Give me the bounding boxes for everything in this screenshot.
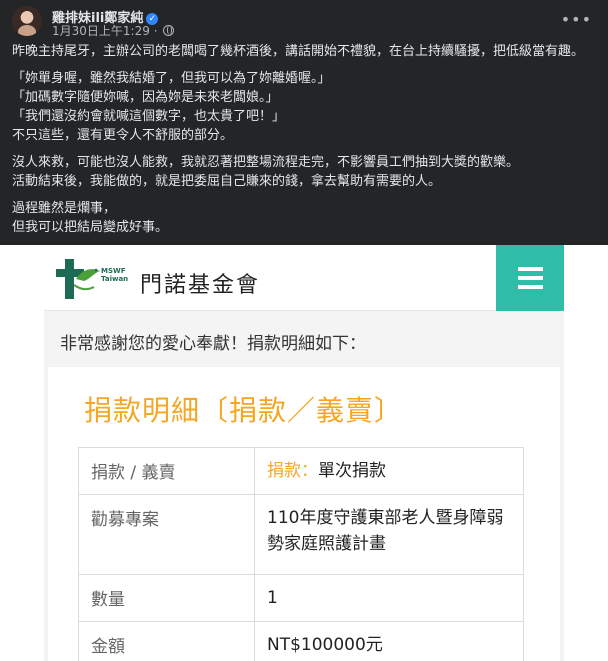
post-meta: 1月30日上午1:29 · [52,22,175,39]
donation-detail-table: 捐款 / 義賣 捐款：單次捐款 勸募專案 110年度守護東部老人暨身障弱勢家庭照… [78,447,524,661]
row-label: 捐款 / 義賣 [78,447,255,495]
donation-detail-card: 捐款明細〔捐款／義賣〕 捐款 / 義賣 捐款：單次捐款 勸募專案 110年度守護… [48,367,560,661]
row-value: 捐款：單次捐款 [254,447,524,495]
post-line: 活動結束後，我能做的，就是把委屈自己賺來的錢，拿去幫助有需要的人。 [12,174,442,189]
card-title: 捐款明細〔捐款／義賣〕 [84,394,404,427]
row-label: 勸募專案 [78,494,255,575]
table-row: 勸募專案 110年度守護東部老人暨身障弱勢家庭照護計畫 [78,494,524,575]
donation-screenshot: MSWF Taiwan 門諾基金會 非常感謝您的愛心奉獻！捐款明細如下： 捐款明… [44,245,564,661]
row-value: 110年度守護東部老人暨身障弱勢家庭照護計畫 [254,494,524,575]
menu-icon[interactable] [496,245,564,311]
row-value-text: 單次捐款 [318,461,386,481]
row-value: NT$100000元 [254,621,524,661]
post-header: 雞排妹ili鄭家純 ✓ 1月30日上午1:29 · ••• [10,6,598,39]
post-line: 「妳單身喔，雖然我結婚了，但我可以為了妳離婚喔。」 [12,71,331,86]
row-value: 1 [254,574,524,622]
more-options-icon[interactable]: ••• [561,10,592,29]
post-line: 昨晚主持尾牙，主辦公司的老闆喝了幾杯酒後，講話開始不禮貌，在台上持續騷擾，把低級… [12,44,585,59]
avatar[interactable] [12,6,42,36]
post-line: 「我們還沒約會就喊這個數字，也太貴了吧！」 [12,109,286,124]
post-line: 不只這些，還有更令人不舒服的部分。 [12,128,234,143]
thanks-message: 非常感謝您的愛心奉獻！捐款明細如下： [60,334,366,354]
post-line: 但我可以把結局變成好事。 [12,220,169,235]
table-row: 捐款 / 義賣 捐款：單次捐款 [78,447,524,495]
meta-separator: · [153,24,158,38]
post-paragraph: 沒人來救，可能也沒人能救，我就忍著把整場流程走完，不影響員工們抽到大獎的歡樂。 … [12,153,600,191]
post-timestamp[interactable]: 1月30日上午1:29 [52,24,150,38]
row-value-text: NT$100000元 [267,635,383,655]
post-paragraph: 昨晚主持尾牙，主辦公司的老闆喝了幾杯酒後，講話開始不禮貌，在台上持續騷擾，把低級… [12,42,600,61]
table-row: 數量 1 [78,574,524,622]
post-line: 過程雖然是爛事， [12,201,117,216]
globe-icon [163,25,175,36]
logo-text: MSWF Taiwan [101,267,128,283]
row-label: 金額 [78,621,255,661]
menu-bar [518,276,543,280]
logo-text-main: MSWF [101,267,126,275]
logo-text-sub: Taiwan [101,275,129,283]
cross-dove-logo-icon[interactable] [56,255,102,303]
facebook-post: 雞排妹ili鄭家純 ✓ 1月30日上午1:29 · ••• 昨晚主持尾牙，主辦公司… [0,0,608,245]
menu-bar [518,285,543,289]
row-value-text: 110年度守護東部老人暨身障弱勢家庭照護計畫 [267,508,504,554]
row-value-text: 1 [267,588,278,608]
site-header: MSWF Taiwan 門諾基金會 [44,245,564,311]
post-paragraph: 過程雖然是爛事， 但我可以把結局變成好事。 [12,199,600,237]
post-paragraph: 「妳單身喔，雖然我結婚了，但我可以為了妳離婚喔。」 「加碼數字隨便妳喊，因為妳是… [12,69,600,145]
post-line: 沒人來救，可能也沒人能救，我就忍著把整場流程走完，不影響員工們抽到大獎的歡樂。 [12,155,520,170]
post-body: 昨晚主持尾牙，主辦公司的老闆喝了幾杯酒後，講話開始不禮貌，在台上持續騷擾，把低級… [12,42,600,245]
org-name[interactable]: 門諾基金會 [140,267,260,299]
menu-bar [518,267,543,271]
row-value-accent: 捐款： [267,461,318,481]
table-row: 金額 NT$100000元 [78,621,524,661]
content-area: 非常感謝您的愛心奉獻！捐款明細如下： 捐款明細〔捐款／義賣〕 捐款 / 義賣 捐… [44,311,564,661]
post-line: 「加碼數字隨便妳喊，因為妳是未來老闆娘。」 [12,90,279,105]
row-label: 數量 [78,574,255,622]
